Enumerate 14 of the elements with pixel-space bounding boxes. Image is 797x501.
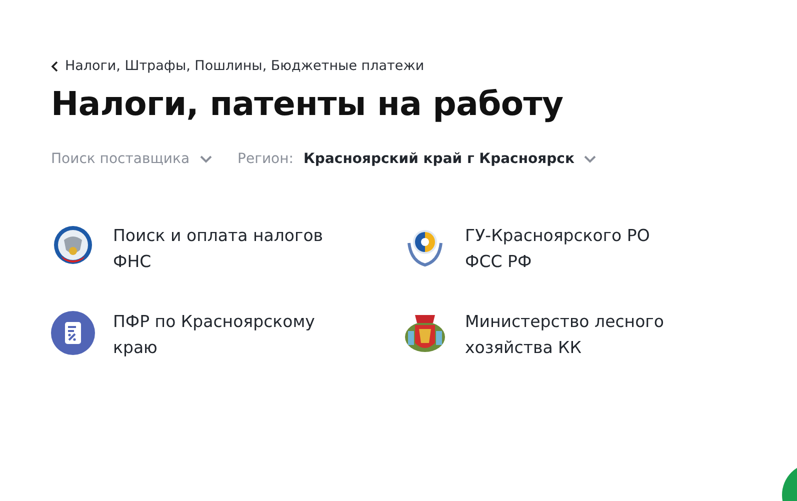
emblem-icon <box>53 225 93 265</box>
document-icon <box>51 311 95 355</box>
provider-link[interactable]: ПФР по Красноярскому краю <box>113 309 333 361</box>
region-value: Красноярский край г Красноярск <box>303 151 574 167</box>
provider-link[interactable]: Поиск и оплата налогов ФНС <box>113 223 333 275</box>
page-title: Налоги, патенты на работу <box>51 84 564 123</box>
chevron-down-icon <box>584 155 596 163</box>
chevron-left-icon <box>51 60 58 72</box>
region-label: Регион: <box>238 151 294 167</box>
provider-link[interactable]: ГУ-Красноярского РО ФСС РФ <box>465 223 685 275</box>
region-dropdown[interactable]: Регион: Красноярский край г Красноярск <box>238 151 596 167</box>
chevron-down-icon <box>200 155 212 163</box>
provider-link[interactable]: Министерство лесного хозяйства КК <box>465 309 685 361</box>
breadcrumb-link[interactable]: Налоги, Штрафы, Пошлины, Бюджетные платежи <box>51 58 424 74</box>
